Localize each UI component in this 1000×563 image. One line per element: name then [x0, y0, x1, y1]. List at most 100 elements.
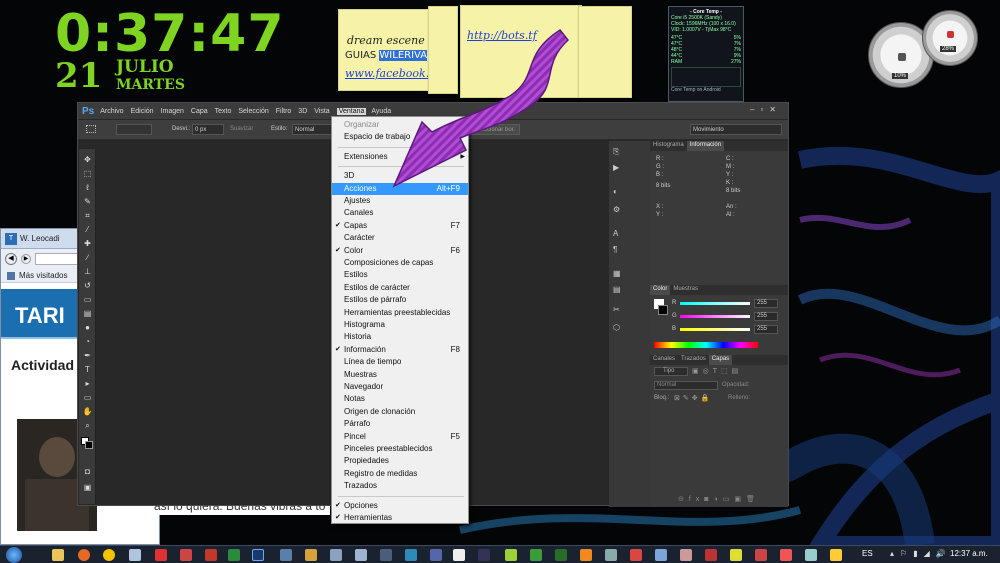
sticky-note-4[interactable] [578, 6, 632, 98]
eyedropper-tool-icon[interactable]: ⁄ [82, 225, 93, 234]
history-panel-icon[interactable]: ⎘ [613, 147, 619, 157]
app-icon[interactable] [630, 549, 642, 561]
color-g-slider[interactable] [680, 315, 750, 318]
menu-item-canales[interactable]: Canales [332, 207, 468, 219]
tab-canales[interactable]: Canales [650, 355, 678, 365]
healing-tool-icon[interactable]: ✚ [82, 239, 93, 248]
gradient-tool-icon[interactable]: ▤ [82, 309, 93, 318]
menu-item-estilos[interactable]: Estilos [332, 269, 468, 281]
app-icon[interactable] [380, 549, 392, 561]
language-indicator[interactable]: ES [862, 549, 873, 558]
menu-item-propiedades[interactable]: Propiedades [332, 455, 468, 467]
suavizar-checkbox[interactable]: Suavizar [230, 126, 253, 132]
blend-mode-select[interactable]: Normal [654, 381, 718, 390]
menu-texto[interactable]: Texto [215, 108, 232, 115]
adjustments-panel-icon[interactable]: ◐ [613, 187, 618, 196]
menu-item-capas[interactable]: ✔ Capas F7 [332, 220, 468, 232]
paragraph-panel-icon[interactable]: ¶ [613, 245, 617, 254]
bookmark-mas-visitados[interactable]: Más visitados [19, 271, 67, 280]
photoshop-taskbar-icon[interactable] [252, 549, 264, 561]
swatches-panel-icon[interactable]: ▦ [613, 269, 621, 278]
app-icon[interactable] [755, 549, 767, 561]
character-panel-icon[interactable]: A [613, 229, 618, 238]
app-icon[interactable] [730, 549, 742, 561]
app-icon[interactable] [155, 549, 167, 561]
dodge-tool-icon[interactable]: ◔ [82, 337, 93, 346]
back-icon[interactable]: ◀ [5, 253, 17, 265]
menu-3d[interactable]: 3D [298, 108, 307, 115]
menu-item-pincel[interactable]: Pincel F5 [332, 431, 468, 443]
tab-informacion[interactable]: Información [686, 141, 725, 151]
notes-panel-icon[interactable]: ▤ [613, 285, 621, 294]
menu-item-registro-de-medidas[interactable]: Registro de medidas [332, 468, 468, 480]
eraser-tool-icon[interactable]: ▭ [82, 295, 93, 304]
app-icon[interactable] [205, 549, 217, 561]
stamp-tool-icon[interactable]: ⊥ [82, 267, 93, 276]
menu-item-línea-de-tiempo[interactable]: Línea de tiempo [332, 356, 468, 368]
properties-panel-icon[interactable]: ⚙ [613, 205, 620, 214]
menu-item-pinceles-preestablecidos[interactable]: Pinceles preestablecidos [332, 443, 468, 455]
start-button[interactable] [6, 547, 22, 563]
menu-item-información[interactable]: ✔ Información F8 [332, 344, 468, 356]
app-icon[interactable] [655, 549, 667, 561]
menu-capa[interactable]: Capa [191, 108, 208, 115]
estilo-select[interactable]: Normal [292, 124, 332, 135]
app-icon[interactable] [405, 549, 417, 561]
menu-item-estilos-de-carácter[interactable]: Estilos de carácter [332, 282, 468, 294]
crop-tool-icon[interactable]: ⌗ [82, 211, 93, 220]
workspace-select[interactable]: Movimiento [690, 124, 782, 135]
marquee-icon[interactable] [86, 125, 96, 133]
screen-mode-icon[interactable]: ▣ [82, 483, 93, 492]
history-brush-tool-icon[interactable]: ↺ [82, 281, 93, 290]
menu-edicion[interactable]: Edición [131, 108, 154, 115]
menu-item-carácter[interactable]: Carácter [332, 232, 468, 244]
steam-icon[interactable] [478, 549, 490, 561]
menu-item-ajustes[interactable]: Ajustes [332, 195, 468, 207]
menu-item-trazados[interactable]: Trazados [332, 480, 468, 492]
zoom-tool-icon[interactable]: ⌕ [82, 421, 93, 430]
tray-icons[interactable]: ▴⚐▮◢🔊 [890, 549, 952, 558]
menu-item-navegador[interactable]: Navegador [332, 381, 468, 393]
app-icon[interactable] [780, 549, 792, 561]
menu-vista[interactable]: Vista [314, 108, 329, 115]
vlc-icon[interactable] [580, 549, 592, 561]
brush-tool-icon[interactable]: ∕ [82, 253, 93, 262]
actions-panel-icon[interactable]: ▶ [613, 163, 619, 172]
shape-tool-icon[interactable]: ▭ [82, 393, 93, 402]
menu-archivo[interactable]: Archivo [100, 108, 123, 115]
color-r-value[interactable]: 255 [754, 299, 778, 308]
app-icon[interactable] [605, 549, 617, 561]
layer-footer-icons[interactable]: ⊝fx◙◑▭▣🗑 [678, 495, 760, 503]
window-controls[interactable]: –▫✕ [750, 105, 782, 114]
menu-imagen[interactable]: Imagen [161, 108, 184, 115]
marquee-tool-icon[interactable]: ⬚ [82, 169, 93, 178]
app-icon[interactable] [280, 549, 292, 561]
blur-tool-icon[interactable]: ● [82, 323, 93, 332]
menu-item-muestras[interactable]: Muestras [332, 369, 468, 381]
menu-item-histograma[interactable]: Histograma [332, 319, 468, 331]
selection-mode-icons[interactable] [116, 124, 152, 135]
menu-item-origen-de-clonación[interactable]: Origen de clonación [332, 406, 468, 418]
path-select-tool-icon[interactable]: ▸ [82, 379, 93, 388]
menu-seleccion[interactable]: Selección [238, 108, 268, 115]
menu-item-color[interactable]: ✔ Color F6 [332, 245, 468, 257]
menu-item-herramientas[interactable]: ✔ Herramientas [332, 512, 468, 524]
menu-item-composiciones-de-capas[interactable]: Composiciones de capas [332, 257, 468, 269]
menu-item-párrafo[interactable]: Párrafo [332, 418, 468, 430]
layer-filter-select[interactable]: Tipo [654, 367, 688, 376]
app-icon[interactable] [555, 549, 567, 561]
layer-filter-icons[interactable]: ▣◎T⬚▤ [692, 367, 742, 375]
app-icon[interactable] [830, 549, 842, 561]
color-r-slider[interactable] [680, 302, 750, 305]
app-icon[interactable] [355, 549, 367, 561]
app-icon[interactable] [305, 549, 317, 561]
pen-tool-icon[interactable]: ✒ [82, 351, 93, 360]
app-icon[interactable] [680, 549, 692, 561]
3d-panel-icon[interactable]: ⬡ [613, 323, 620, 332]
background-color-swatch[interactable] [85, 441, 93, 449]
tab-histograma[interactable]: Histograma [650, 141, 687, 151]
quick-select-tool-icon[interactable]: ✎ [82, 197, 93, 206]
app-icon[interactable] [505, 549, 517, 561]
lock-icons[interactable]: ⊠✎✥🔒 [674, 394, 712, 402]
desv-input[interactable]: 0 px [192, 124, 224, 135]
